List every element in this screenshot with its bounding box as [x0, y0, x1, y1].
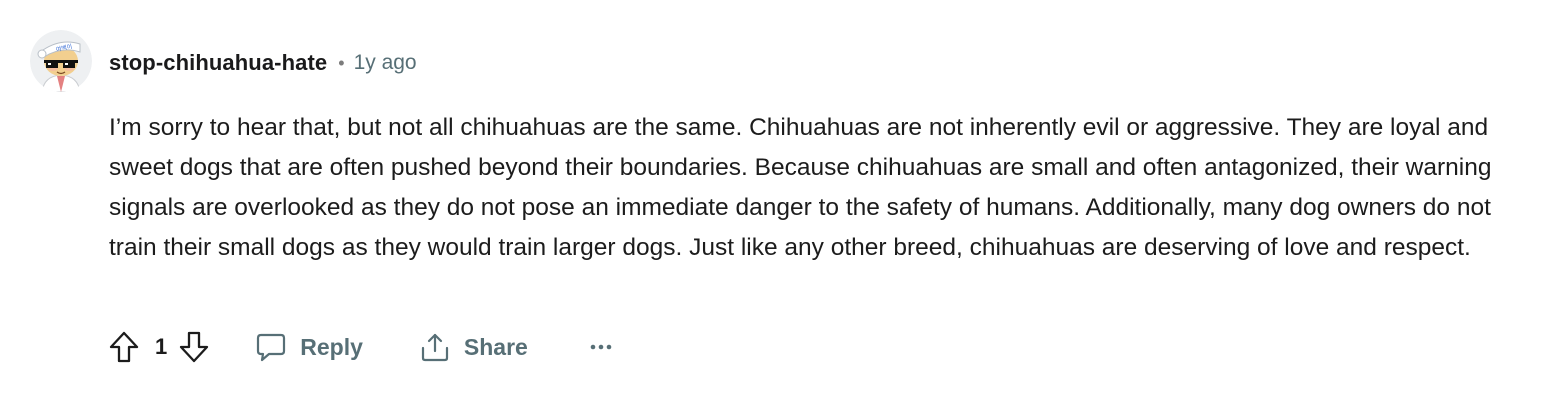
reply-button[interactable]: Reply	[255, 327, 363, 367]
username-link[interactable]: stop-chihuahua-hate	[109, 50, 327, 76]
comment-action-bar: 1 Reply Share	[107, 327, 616, 367]
speech-bubble-icon	[255, 331, 287, 363]
share-button[interactable]: Share	[419, 327, 528, 367]
share-upload-icon	[419, 331, 451, 363]
vote-score: 1	[155, 334, 168, 359]
arrow-down-outline-icon	[180, 331, 209, 363]
user-avatar[interactable]: 여백이	[30, 30, 92, 92]
comment-timestamp[interactable]: 1y ago	[354, 51, 417, 75]
reply-label: Reply	[300, 333, 363, 360]
arrow-up-outline-icon	[109, 331, 139, 363]
more-options-button[interactable]	[586, 332, 616, 362]
downvote-button[interactable]	[177, 328, 211, 366]
ellipsis-icon	[590, 344, 612, 350]
comment-meta: stop-chihuahua-hate • 1y ago	[109, 48, 417, 78]
vote-group: 1	[107, 328, 211, 366]
comment: 여백이 stop-chihuahua-hate • 1y ago I’m sor…	[0, 0, 1550, 408]
avatar-icon: 여백이	[30, 30, 92, 92]
meta-separator: •	[338, 52, 345, 73]
upvote-button[interactable]	[107, 328, 141, 366]
share-label: Share	[463, 333, 528, 360]
comment-body: I’m sorry to hear that, but not all chih…	[109, 114, 1492, 261]
